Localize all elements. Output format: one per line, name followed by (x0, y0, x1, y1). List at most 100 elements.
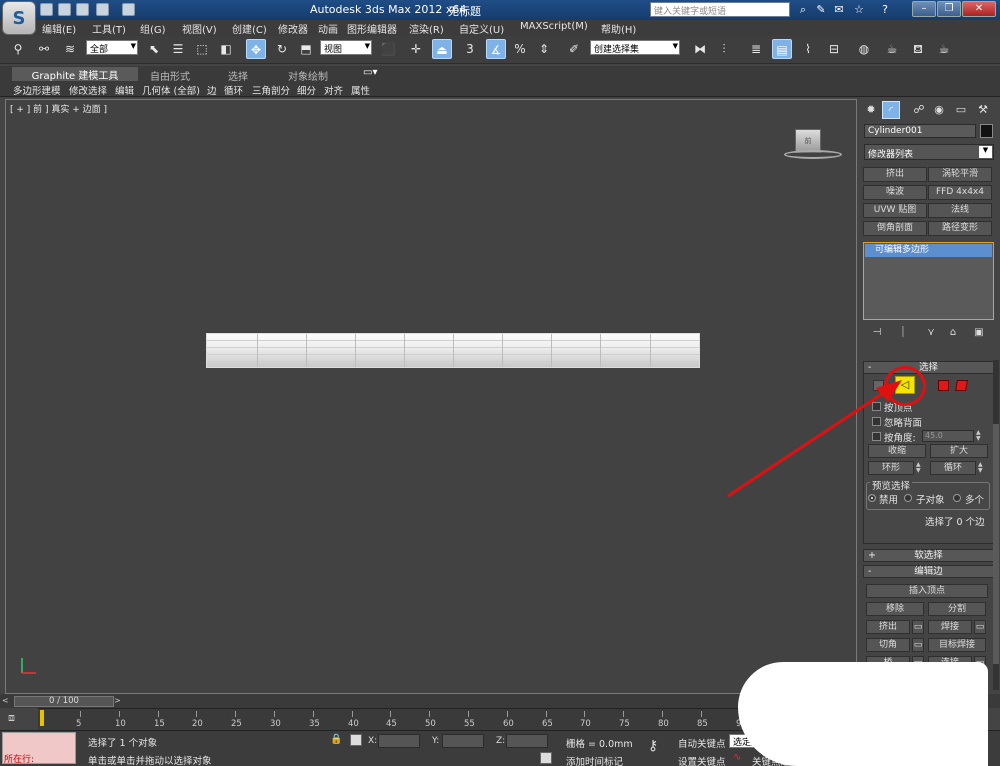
window-crossing-icon[interactable]: ◧ (216, 39, 236, 59)
extrude-settings-button[interactable]: ▭ (912, 620, 924, 634)
rendered-frame-icon[interactable]: ⛾ (908, 39, 928, 59)
pin-stack-icon[interactable]: ⊣ (870, 327, 884, 341)
subtab-subdivision[interactable]: 细分 (297, 83, 316, 97)
ribbon-options-icon[interactable]: ▭▾ (363, 67, 377, 78)
communication-icon[interactable]: ✉ (832, 3, 846, 17)
subtab-properties[interactable]: 属性 (351, 83, 370, 97)
modifier-turbosmooth-button[interactable]: 涡轮平滑 (928, 167, 992, 182)
object-color-swatch[interactable] (980, 124, 993, 138)
y-coordinate-field[interactable] (442, 734, 484, 748)
polygon-subobject-icon[interactable] (955, 380, 968, 391)
select-move-icon[interactable]: ✥ (246, 39, 266, 59)
split-button[interactable]: 分割 (928, 602, 986, 616)
subtab-loops[interactable]: 循环 (224, 83, 243, 97)
time-next-icon[interactable]: > (114, 696, 124, 707)
time-prev-icon[interactable]: < (2, 696, 12, 707)
subtab-edit[interactable]: 编辑 (115, 83, 134, 97)
restore-button[interactable]: ❐ (937, 1, 961, 17)
modifier-list-dropdown[interactable]: 修改器列表 ▼ (864, 144, 994, 160)
select-by-name-icon[interactable]: ☰ (168, 39, 188, 59)
menu-edit[interactable]: 编辑(E) (42, 21, 76, 36)
key-icon[interactable]: ⚷ (648, 738, 670, 754)
subtab-modify-selection[interactable]: 修改选择 (69, 83, 107, 97)
spinner-snap-icon[interactable]: ⇕ (534, 39, 554, 59)
loop-spinner[interactable]: ▲ ▼ (978, 462, 986, 474)
target-weld-button[interactable]: 目标焊接 (928, 638, 986, 652)
menu-modifiers[interactable]: 修改器 (278, 21, 308, 36)
edit-named-selection-icon[interactable]: ✐ (564, 39, 584, 59)
display-tab-icon[interactable]: ▭ (952, 101, 970, 119)
menu-rendering[interactable]: 渲染(R) (409, 21, 444, 36)
motion-tab-icon[interactable]: ◉ (930, 101, 948, 119)
chamfer-button[interactable]: 切角 (866, 638, 910, 652)
subtab-polygon-modeling[interactable]: 多边形建模 (13, 83, 61, 97)
menu-maxscript[interactable]: MAXScript(M) (520, 21, 588, 32)
favorites-icon[interactable]: ☆ (852, 3, 866, 17)
curve-editor-icon[interactable]: ⌇ (798, 39, 818, 59)
utilities-tab-icon[interactable]: ⚒ (974, 101, 992, 119)
subscription-icon[interactable]: ✎ (814, 3, 828, 17)
select-rotate-icon[interactable]: ↻ (272, 39, 292, 59)
hierarchy-tab-icon[interactable]: ☍ (910, 101, 928, 119)
modifier-ffd-button[interactable]: FFD 4x4x4 (928, 185, 992, 200)
bind-space-warp-icon[interactable]: ≋ (60, 39, 80, 59)
help-icon[interactable]: ? (878, 3, 892, 17)
object-name-field[interactable]: Cylinder001 (864, 124, 976, 138)
track-bar-toggle-icon[interactable]: ⧈ (8, 711, 28, 725)
menu-customize[interactable]: 自定义(U) (459, 21, 504, 36)
snaps-toggle-icon[interactable]: 3 (460, 39, 480, 59)
select-manipulate-icon[interactable]: ✛ (406, 39, 426, 59)
transform-mode-icon[interactable] (350, 734, 362, 746)
create-tab-icon[interactable]: ✹ (862, 101, 880, 119)
menu-tools[interactable]: 工具(T) (92, 21, 126, 36)
soft-selection-rollout-header[interactable]: + 软选择 (863, 549, 994, 562)
mirror-icon[interactable]: ⧓ (690, 39, 710, 59)
new-file-icon[interactable] (40, 3, 53, 16)
rectangle-selection-icon[interactable]: ⬚ (192, 39, 212, 59)
border-subobject-icon[interactable] (938, 380, 949, 391)
modifier-normal-button[interactable]: 法线 (928, 203, 992, 218)
render-production-icon[interactable]: ☕ (934, 39, 954, 59)
layer-manager-icon[interactable]: ≣ (746, 39, 766, 59)
weld-settings-button[interactable]: ▭ (974, 620, 986, 634)
preview-multi-radio[interactable] (953, 494, 961, 502)
redo-icon[interactable] (122, 3, 135, 16)
select-scale-icon[interactable]: ⬒ (296, 39, 316, 59)
binoculars-icon[interactable]: ⌕ (796, 3, 810, 17)
subtab-edges[interactable]: 边 (207, 83, 217, 97)
modifier-stack[interactable]: 可编辑多边形 (863, 242, 994, 320)
close-button[interactable]: ✕ (962, 1, 996, 17)
graphite-toggle-icon[interactable]: ▤ (772, 39, 792, 59)
insert-vertex-button[interactable]: 插入顶点 (866, 584, 988, 598)
tab-freeform[interactable]: 自由形式 (150, 68, 190, 83)
menu-views[interactable]: 视图(V) (182, 21, 217, 36)
angle-spinner[interactable]: ▲ ▼ (976, 430, 984, 442)
select-object-icon[interactable]: ⬉ (144, 39, 164, 59)
subtab-geometry[interactable]: 几何体 (全部) (142, 83, 200, 97)
stack-item-editable-poly[interactable]: 可编辑多边形 (865, 244, 992, 257)
reference-coord-dropdown[interactable]: 视图 ▼ (320, 40, 372, 55)
unlink-icon[interactable]: ⚯ (34, 39, 54, 59)
open-file-icon[interactable] (58, 3, 71, 16)
tab-selection[interactable]: 选择 (228, 68, 248, 83)
configure-modifier-sets-icon[interactable]: ▣ (972, 327, 986, 341)
remove-button[interactable]: 移除 (866, 602, 924, 616)
add-time-tag[interactable]: 添加时间标记 (566, 754, 623, 766)
save-file-icon[interactable] (76, 3, 89, 16)
tab-object-paint[interactable]: 对象绘制 (288, 68, 328, 83)
subtab-align[interactable]: 对齐 (324, 83, 343, 97)
menu-group[interactable]: 组(G) (140, 21, 166, 36)
angle-snap-icon[interactable]: ∡ (486, 39, 506, 59)
keyboard-shortcut-override-icon[interactable]: ⏏ (432, 39, 452, 59)
time-slider-thumb[interactable]: 0 / 100 (14, 696, 114, 707)
minimize-button[interactable]: – (912, 1, 936, 17)
schematic-view-icon[interactable]: ⊟ (824, 39, 844, 59)
search-input[interactable]: 键入关键字或短语 (650, 2, 790, 17)
cylinder-object[interactable] (206, 333, 700, 368)
loop-button[interactable]: 循环 (930, 461, 976, 475)
modifier-extrude-button[interactable]: 挤出 (863, 167, 927, 182)
undo-icon[interactable] (96, 3, 109, 16)
menu-animation[interactable]: 动画 (318, 21, 338, 36)
viewport-label[interactable]: [ + ] 前 ] 真实 + 边面 ] (10, 102, 107, 115)
z-coordinate-field[interactable] (506, 734, 548, 748)
